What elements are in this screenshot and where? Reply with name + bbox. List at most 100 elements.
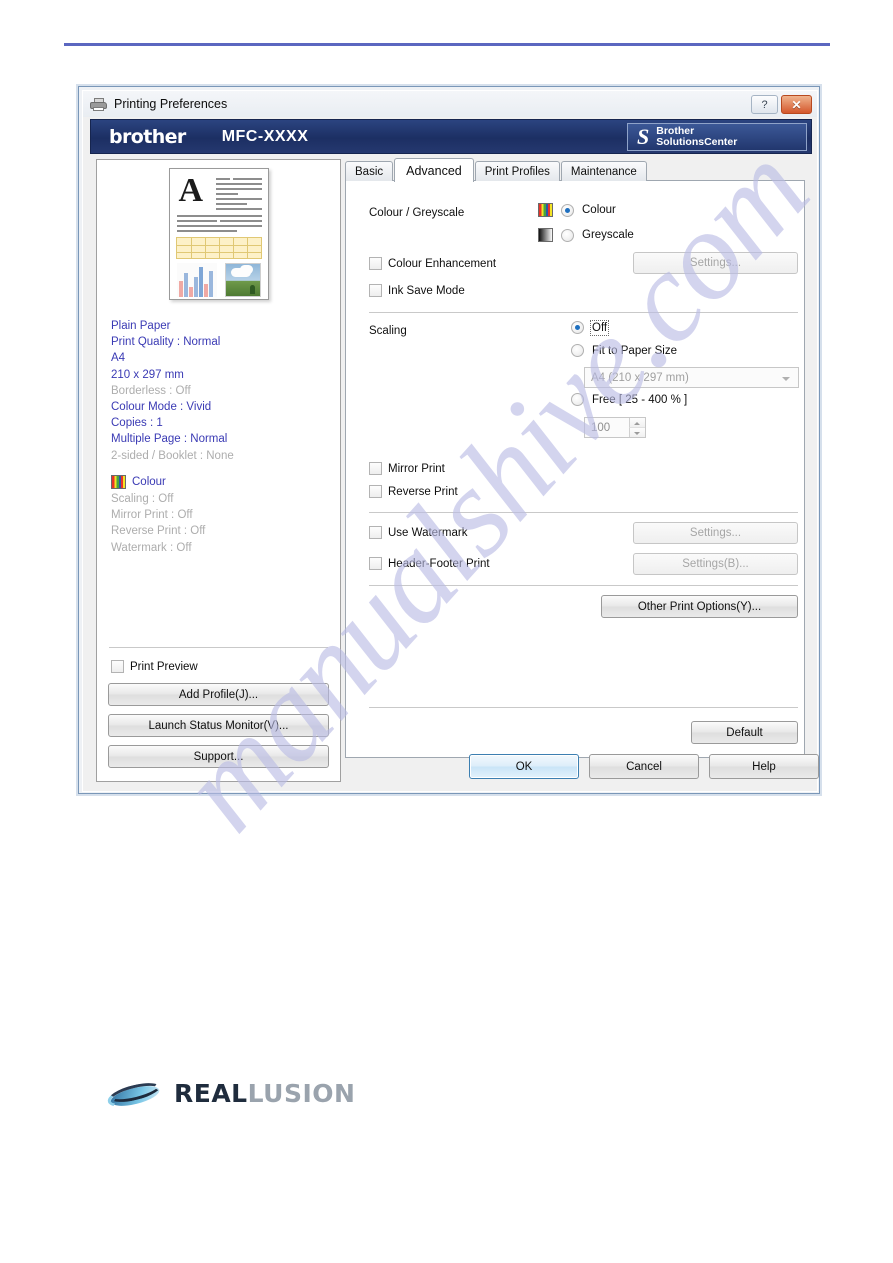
colour-swatch-icon xyxy=(111,474,126,489)
summary-item: Colour Mode : Vivid xyxy=(111,401,212,414)
use-watermark-row[interactable]: Use Watermark xyxy=(369,526,467,539)
stepper-buttons[interactable] xyxy=(629,418,645,437)
colour-greyscale-label: Colour / Greyscale xyxy=(369,207,465,219)
divider-after-reverse-print xyxy=(369,512,798,513)
add-profile-button[interactable]: Add Profile(J)... xyxy=(108,683,329,706)
thumbnail-table xyxy=(175,237,262,259)
summary-item: A4 xyxy=(111,352,126,365)
printing-preferences-dialog: Printing Preferences ? ✕ brother MFC-XXX… xyxy=(78,86,820,794)
cancel-button[interactable]: Cancel xyxy=(589,754,699,779)
print-preview-checkbox-row[interactable]: Print Preview xyxy=(111,660,198,673)
divider-above-default xyxy=(369,707,798,708)
header-footer-checkbox[interactable] xyxy=(369,557,382,570)
other-print-options-button[interactable]: Other Print Options(Y)... xyxy=(601,595,798,618)
tab-maintenance[interactable]: Maintenance xyxy=(560,161,647,181)
document-thumbnail-wrap: A xyxy=(97,168,340,300)
printer-model: MFC-XXXX xyxy=(221,127,309,145)
summary-item: Mirror Print : Off xyxy=(111,509,193,522)
brother-solutions-center-button[interactable]: S Brother SolutionsCenter xyxy=(627,123,807,151)
summary-item: Multiple Page : Normal xyxy=(111,433,228,446)
tab-print-profiles[interactable]: Print Profiles xyxy=(474,161,560,181)
free-scaling-value: 100 xyxy=(591,421,611,434)
colour-enhancement-checkbox[interactable] xyxy=(369,257,382,270)
paper-size-value: A4 (210 x 297 mm) xyxy=(591,371,689,384)
scaling-free-row[interactable]: Free [ 25 - 400 % ] xyxy=(571,393,687,406)
colour-enhancement-row[interactable]: Colour Enhancement xyxy=(369,257,496,270)
colour-enhancement-settings-button[interactable]: Settings... xyxy=(633,252,798,274)
chevron-down-icon xyxy=(782,377,790,381)
scaling-off-row[interactable]: Off xyxy=(571,319,610,336)
help-icon-button[interactable]: ? xyxy=(751,95,778,114)
reverse-print-row[interactable]: Reverse Print xyxy=(369,485,458,498)
mirror-print-row[interactable]: Mirror Print xyxy=(369,462,445,475)
colour-enhancement-label: Colour Enhancement xyxy=(388,257,497,270)
scaling-fit-radio[interactable] xyxy=(571,344,584,357)
reverse-print-checkbox[interactable] xyxy=(369,485,382,498)
summary-colour-row: Colour xyxy=(111,474,326,490)
brother-logo: brother xyxy=(109,125,186,148)
free-scaling-stepper[interactable]: 100 xyxy=(584,417,646,438)
colour-mode-icon xyxy=(538,203,553,217)
scaling-off-radio[interactable] xyxy=(571,321,584,334)
preview-pane-divider xyxy=(109,647,328,648)
colour-radio[interactable] xyxy=(561,203,574,217)
solutions-center-label: Brother SolutionsCenter xyxy=(656,125,738,149)
colour-option-row[interactable]: Colour xyxy=(538,203,616,217)
scaling-free-radio[interactable] xyxy=(571,393,584,406)
reallusion-word-part1: REAL xyxy=(174,1078,248,1108)
ok-button[interactable]: OK xyxy=(469,754,579,779)
colour-radio-label: Colour xyxy=(582,204,616,216)
header-footer-settings-button[interactable]: Settings(B)... xyxy=(633,553,798,575)
summary-item: 2-sided / Booklet : None xyxy=(111,449,234,462)
default-button[interactable]: Default xyxy=(691,721,798,744)
header-footer-row[interactable]: Header-Footer Print xyxy=(369,557,490,570)
scaling-fit-label: Fit to Paper Size xyxy=(592,344,678,357)
summary-colour-label: Colour xyxy=(132,475,166,488)
mirror-print-checkbox[interactable] xyxy=(369,462,382,475)
tab-strip: Basic Advanced Print Profiles Maintenanc… xyxy=(345,158,648,182)
summary-item: Copies : 1 xyxy=(111,417,163,430)
print-preview-label: Print Preview xyxy=(130,660,198,673)
tab-advanced[interactable]: Advanced xyxy=(394,158,474,182)
settings-summary: Plain Paper Print Quality : Normal A4 21… xyxy=(111,318,326,556)
launch-status-monitor-button[interactable]: Launch Status Monitor(V)... xyxy=(108,714,329,737)
dialog-title: Printing Preferences xyxy=(114,97,228,111)
solutions-center-line2: SolutionsCenter xyxy=(656,136,738,148)
header-footer-label: Header-Footer Print xyxy=(388,557,490,570)
use-watermark-checkbox[interactable] xyxy=(369,526,382,539)
solutions-center-s-icon: S xyxy=(637,124,650,149)
summary-item: Plain Paper xyxy=(111,320,171,332)
greyscale-radio[interactable] xyxy=(561,228,574,242)
dialog-titlebar: Printing Preferences ? ✕ xyxy=(83,91,817,117)
stepper-down-icon[interactable] xyxy=(629,428,645,437)
reallusion-swoosh-icon xyxy=(105,1075,165,1112)
close-icon-button[interactable]: ✕ xyxy=(781,95,812,114)
brother-banner: brother MFC-XXXX S Brother SolutionsCent… xyxy=(90,119,812,154)
thumbnail-photo xyxy=(224,263,261,297)
printer-icon xyxy=(90,97,107,111)
scaling-label: Scaling xyxy=(369,325,407,337)
thumbnail-letter-a: A xyxy=(178,172,204,209)
help-button[interactable]: Help xyxy=(709,754,819,779)
summary-item: 210 x 297 mm xyxy=(111,368,184,381)
watermark-settings-button[interactable]: Settings... xyxy=(633,522,798,544)
tab-basic[interactable]: Basic xyxy=(345,161,394,181)
titlebar-buttons: ? ✕ xyxy=(751,95,812,114)
dialog-inner-frame: Printing Preferences ? ✕ brother MFC-XXX… xyxy=(82,90,819,792)
summary-item: Print Quality : Normal xyxy=(111,336,221,349)
paper-size-dropdown[interactable]: A4 (210 x 297 mm) xyxy=(584,367,799,388)
ink-save-mode-checkbox[interactable] xyxy=(369,284,382,297)
summary-item: Borderless : Off xyxy=(111,384,191,397)
stepper-up-icon[interactable] xyxy=(629,418,645,428)
summary-item: Scaling : Off xyxy=(111,493,174,506)
greyscale-mode-icon xyxy=(538,228,553,242)
ink-save-mode-row[interactable]: Ink Save Mode xyxy=(369,284,465,297)
print-preview-checkbox[interactable] xyxy=(111,660,124,673)
support-button[interactable]: Support... xyxy=(108,745,329,768)
document-preview-thumbnail: A xyxy=(168,168,269,300)
greyscale-option-row[interactable]: Greyscale xyxy=(538,228,634,242)
thumbnail-bar-chart xyxy=(176,263,217,297)
divider-after-header-footer xyxy=(369,585,798,586)
scaling-fit-row[interactable]: Fit to Paper Size xyxy=(571,344,677,357)
reallusion-word-part2: LUSION xyxy=(247,1078,356,1108)
